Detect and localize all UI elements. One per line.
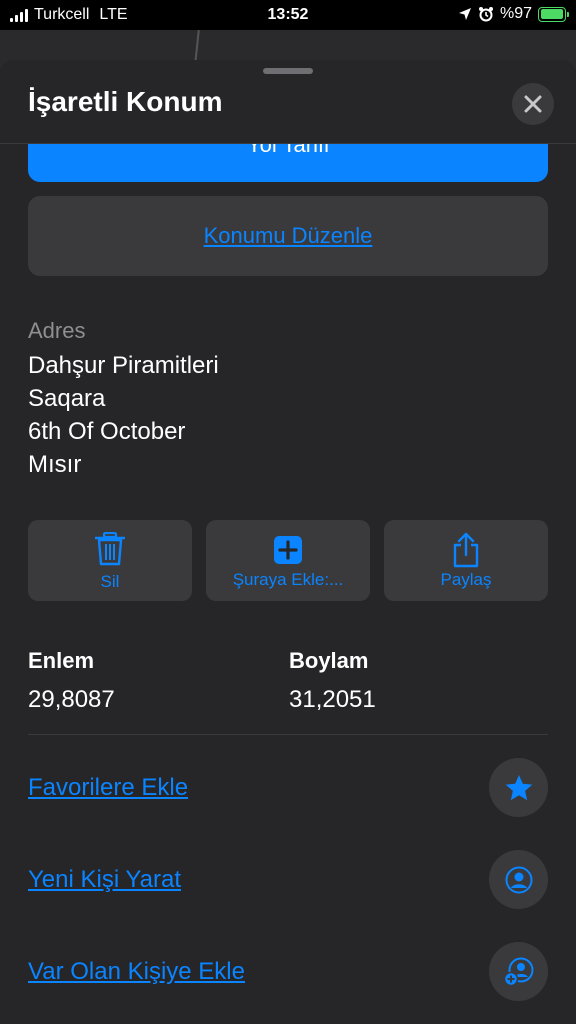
- existing-contact-button[interactable]: [489, 942, 548, 1001]
- address-line: 6th Of October: [28, 418, 186, 445]
- create-new-contact-link[interactable]: Yeni Kişi Yarat: [28, 866, 181, 894]
- status-bar: Turkcell LTE 13:52 %97: [0, 0, 576, 30]
- action-row: Sil Şuraya Ekle:... Paylaş: [28, 520, 548, 601]
- add-to-existing-contact-row[interactable]: Var Olan Kişiye Ekle: [28, 942, 548, 1002]
- create-new-contact-row[interactable]: Yeni Kişi Yarat: [28, 850, 548, 910]
- delete-button[interactable]: Sil: [28, 520, 192, 601]
- sheet-title: İşaretli Konum: [28, 86, 223, 117]
- star-icon: [505, 774, 532, 800]
- address-line: Mısır: [28, 451, 82, 478]
- alarm-icon: [478, 7, 493, 22]
- location-arrow-icon: [458, 8, 471, 20]
- edit-location-button[interactable]: Konumu Düzenle: [28, 196, 548, 276]
- latitude-label: Enlem: [28, 648, 95, 673]
- close-button[interactable]: [512, 83, 554, 125]
- edit-location-label: Konumu Düzenle: [203, 223, 373, 248]
- close-icon: [524, 95, 542, 113]
- add-to-button[interactable]: Şuraya Ekle:...: [206, 520, 370, 601]
- add-to-existing-contact-link[interactable]: Var Olan Kişiye Ekle: [28, 958, 245, 986]
- trash-icon: [95, 532, 125, 566]
- longitude-block: Boylam 31,2051: [289, 648, 376, 714]
- latitude-value: 29,8087: [28, 686, 115, 713]
- address-block: Dahşur Piramitleri Saqara 6th Of October…: [28, 349, 219, 481]
- plus-square-icon: [274, 536, 302, 564]
- share-icon: [453, 532, 479, 568]
- person-circle-icon: [505, 866, 532, 893]
- person-add-icon: [503, 957, 533, 986]
- status-right: %97: [458, 5, 569, 23]
- favorite-button[interactable]: [489, 758, 548, 817]
- delete-label: Sil: [100, 572, 120, 591]
- new-contact-button[interactable]: [489, 850, 548, 909]
- battery-percentage: %97: [499, 5, 532, 22]
- add-to-favorites-link[interactable]: Favorilere Ekle: [28, 774, 188, 802]
- battery-icon: [538, 6, 569, 22]
- address-line: Saqara: [28, 385, 106, 412]
- battery-fill: [540, 9, 563, 19]
- address-line: Dahşur Piramitleri: [28, 352, 219, 379]
- sheet-grabber[interactable]: [263, 68, 313, 74]
- location-sheet: İşaretli Konum Yol Tarifi Konumu Düzenle…: [0, 60, 576, 1024]
- share-button[interactable]: Paylaş: [384, 520, 548, 601]
- add-to-label: Şuraya Ekle:...: [232, 570, 344, 589]
- sheet-header: İşaretli Konum: [0, 60, 576, 144]
- address-label: Adres: [28, 318, 86, 343]
- add-to-favorites-row[interactable]: Favorilere Ekle: [28, 758, 548, 818]
- latitude-block: Enlem 29,8087: [28, 648, 115, 714]
- longitude-label: Boylam: [289, 648, 369, 673]
- longitude-value: 31,2051: [289, 686, 376, 713]
- section-divider: [28, 734, 548, 735]
- share-label: Paylaş: [440, 570, 492, 589]
